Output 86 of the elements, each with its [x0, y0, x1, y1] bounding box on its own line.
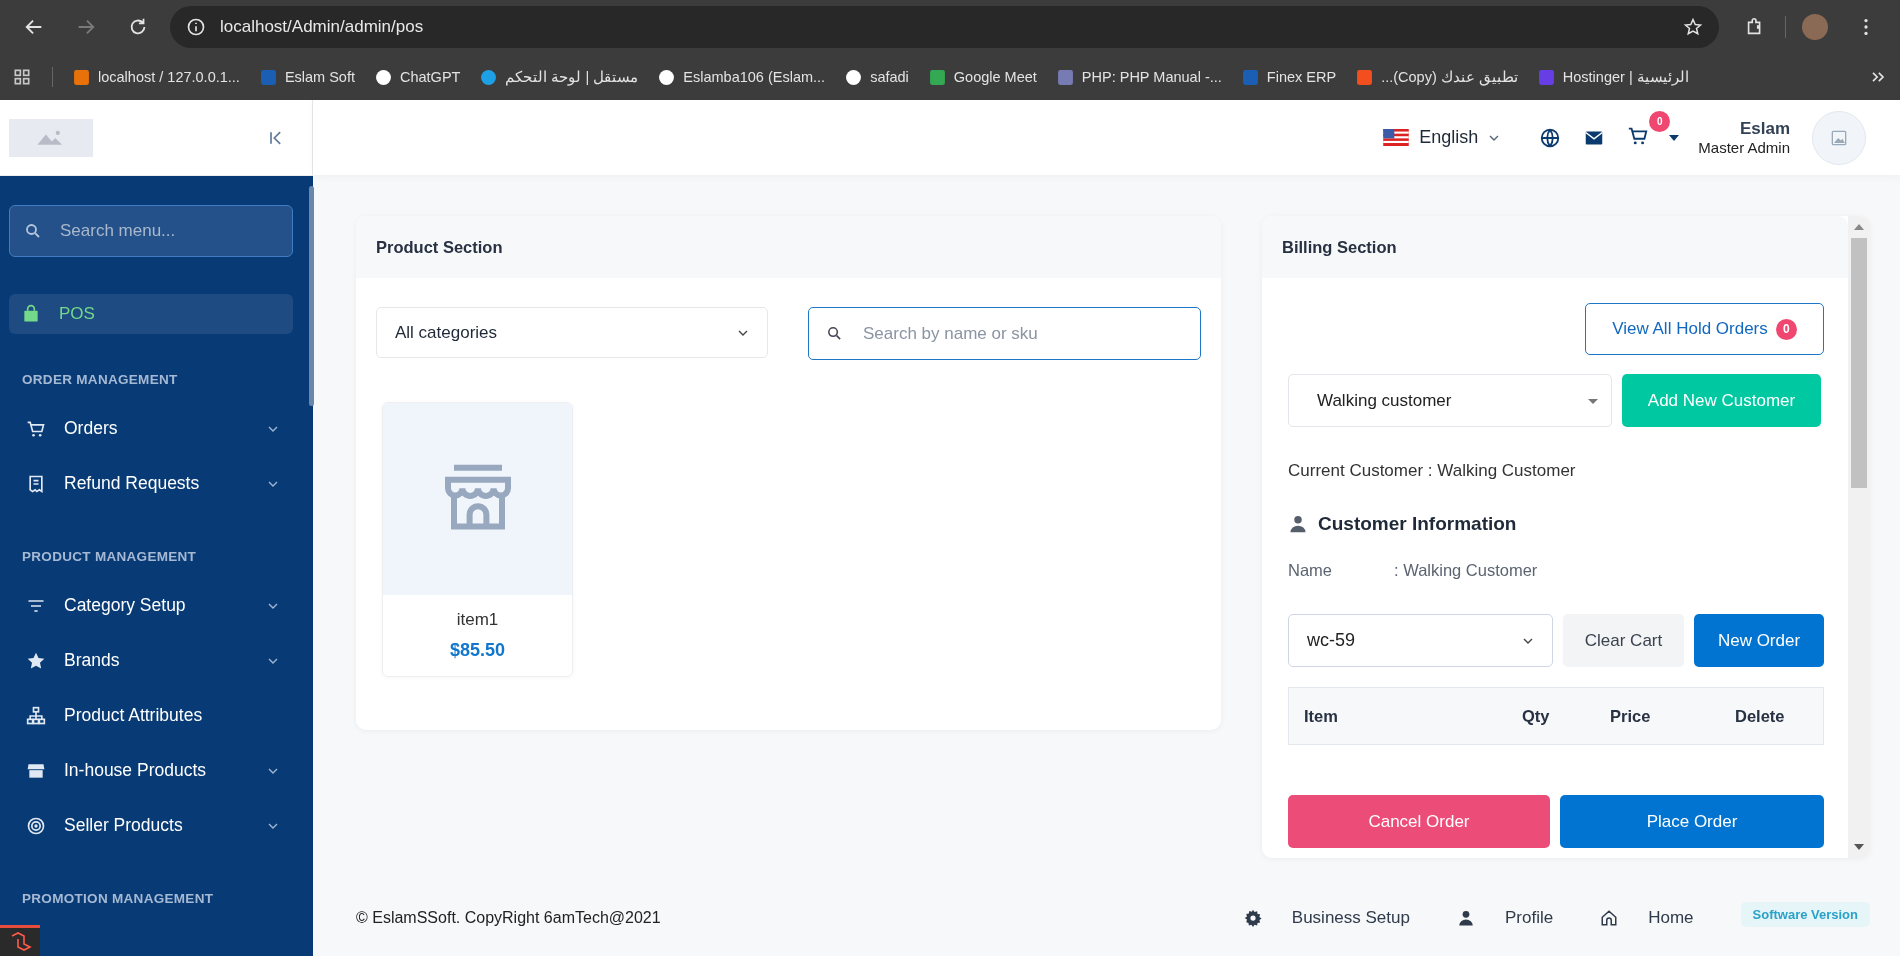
section-title: Product Section: [376, 237, 503, 257]
person-icon: [1456, 909, 1475, 927]
favicon-icon: [928, 68, 946, 86]
section-heading: PROMOTION MANAGEMENT: [22, 891, 215, 906]
favicon-icon: [1537, 68, 1555, 86]
footer-link[interactable]: Business Setup: [1243, 908, 1410, 928]
bookmark[interactable]: safadi: [845, 68, 909, 86]
bookmark[interactable]: تطبيق عندك (Copy)...: [1356, 68, 1518, 86]
info-icon[interactable]: [186, 17, 206, 37]
section-heading: PRODUCT MANAGEMENT: [22, 549, 198, 564]
clear-cart-button[interactable]: Clear Cart: [1563, 614, 1684, 667]
favicon-icon: [658, 68, 676, 86]
settings-icon: [1243, 909, 1262, 927]
sidebar-item[interactable]: Category Setup: [9, 578, 293, 633]
favicon-icon: [73, 68, 90, 86]
bookmark[interactable]: Finex ERP: [1241, 68, 1337, 86]
sidebar-item[interactable]: Product Attributes: [9, 688, 293, 743]
user-role: Master Admin: [1698, 139, 1790, 156]
place-order-button[interactable]: Place Order: [1560, 795, 1824, 848]
version-badge: Software Version: [1740, 901, 1870, 927]
pos-menu-item[interactable]: POS: [9, 294, 293, 334]
footer-link[interactable]: Home: [1600, 908, 1694, 928]
column-header: Price: [1610, 706, 1652, 726]
customer-select[interactable]: Walking customer: [1288, 374, 1612, 427]
search-icon: [24, 222, 42, 240]
product-price: $85.50: [449, 640, 506, 661]
footer-link[interactable]: Profile: [1456, 908, 1554, 928]
favicon-icon: [1356, 68, 1374, 86]
name-value: : Walking Customer: [1394, 561, 1538, 580]
bookmark[interactable]: Eslam Soft: [259, 68, 355, 86]
customer-info-heading: Customer Information: [1318, 513, 1517, 535]
bookmark[interactable]: localhost / 127.0.0.1...: [73, 68, 240, 86]
globe-icon[interactable]: [1539, 126, 1562, 149]
product-name: item1: [456, 610, 499, 630]
sidebar-item[interactable]: In-house Products: [9, 743, 293, 798]
receipt-icon: [26, 473, 46, 494]
sidebar-item[interactable]: Brands: [9, 633, 293, 688]
search-icon: [826, 325, 843, 342]
cancel-order-button[interactable]: Cancel Order: [1288, 795, 1550, 848]
bookmark[interactable]: PHP: PHP Manual -...: [1056, 68, 1222, 86]
menu-search-field[interactable]: Search menu...: [9, 205, 293, 257]
user-name: Eslam: [1739, 119, 1790, 139]
apps-grid-icon[interactable]: [12, 67, 32, 87]
column-header: Item: [1304, 706, 1339, 726]
shopping-bag-icon: [21, 304, 41, 324]
home-icon: [1600, 909, 1619, 927]
language-selector[interactable]: English: [1383, 127, 1501, 148]
scroll-down-icon[interactable]: [1854, 844, 1864, 850]
bookmark[interactable]: مستقل | لوحة التحكم: [480, 68, 639, 86]
address-bar[interactable]: localhost/Admin/admin/pos: [170, 6, 1719, 48]
person-icon: [1288, 514, 1308, 534]
bookmark[interactable]: Google Meet: [928, 68, 1037, 86]
favicon-icon: [375, 68, 392, 86]
product-search-field[interactable]: Search by name or sku: [808, 307, 1201, 360]
url-text: localhost/Admin/admin/pos: [220, 17, 425, 37]
column-header: Qty: [1522, 706, 1551, 726]
broadcast-icon: [26, 815, 46, 836]
bookmark[interactable]: Eslamba106 (Eslam...: [658, 68, 826, 86]
copyright-text: © EslamSSoft. CopyRight 6amTech@2021: [356, 909, 661, 927]
debugbar-icon[interactable]: [0, 925, 40, 956]
sidebar-item[interactable]: Seller Products: [9, 798, 293, 853]
column-header: Delete: [1735, 706, 1785, 726]
favicon-icon: [845, 68, 863, 86]
scrollbar[interactable]: [1848, 216, 1870, 858]
favicon-icon: [1056, 68, 1074, 86]
order-select[interactable]: wc-59: [1288, 614, 1553, 667]
sidebar-item[interactable]: Refund Requests: [9, 456, 293, 511]
cart-count-badge: 0: [1649, 110, 1671, 132]
name-label: Name: [1288, 561, 1333, 580]
category-select[interactable]: All categories: [376, 307, 768, 358]
sidebar-item[interactable]: Orders: [9, 401, 293, 456]
new-order-button[interactable]: New Order: [1694, 614, 1824, 667]
current-customer-text: Current Customer : Walking Customer: [1288, 461, 1577, 481]
product-card[interactable]: item1 $85.50: [382, 402, 573, 677]
hold-orders-button[interactable]: View All Hold Orders 0: [1585, 303, 1824, 355]
bookmark[interactable]: الرئيسية | Hostinger: [1537, 68, 1689, 86]
favicon-icon: [1241, 68, 1259, 86]
section-heading: ORDER MANAGEMENT: [22, 372, 179, 387]
favicon-icon: [259, 68, 277, 86]
flag-icon: [1383, 129, 1410, 146]
hierarchy-icon: [26, 705, 46, 726]
favicon-icon: [480, 68, 498, 86]
bookmark-star-icon[interactable]: [1683, 17, 1703, 37]
section-title: Billing Section: [1282, 237, 1397, 257]
bookmark[interactable]: ChatGPT: [375, 68, 461, 86]
scroll-up-icon[interactable]: [1854, 224, 1864, 230]
